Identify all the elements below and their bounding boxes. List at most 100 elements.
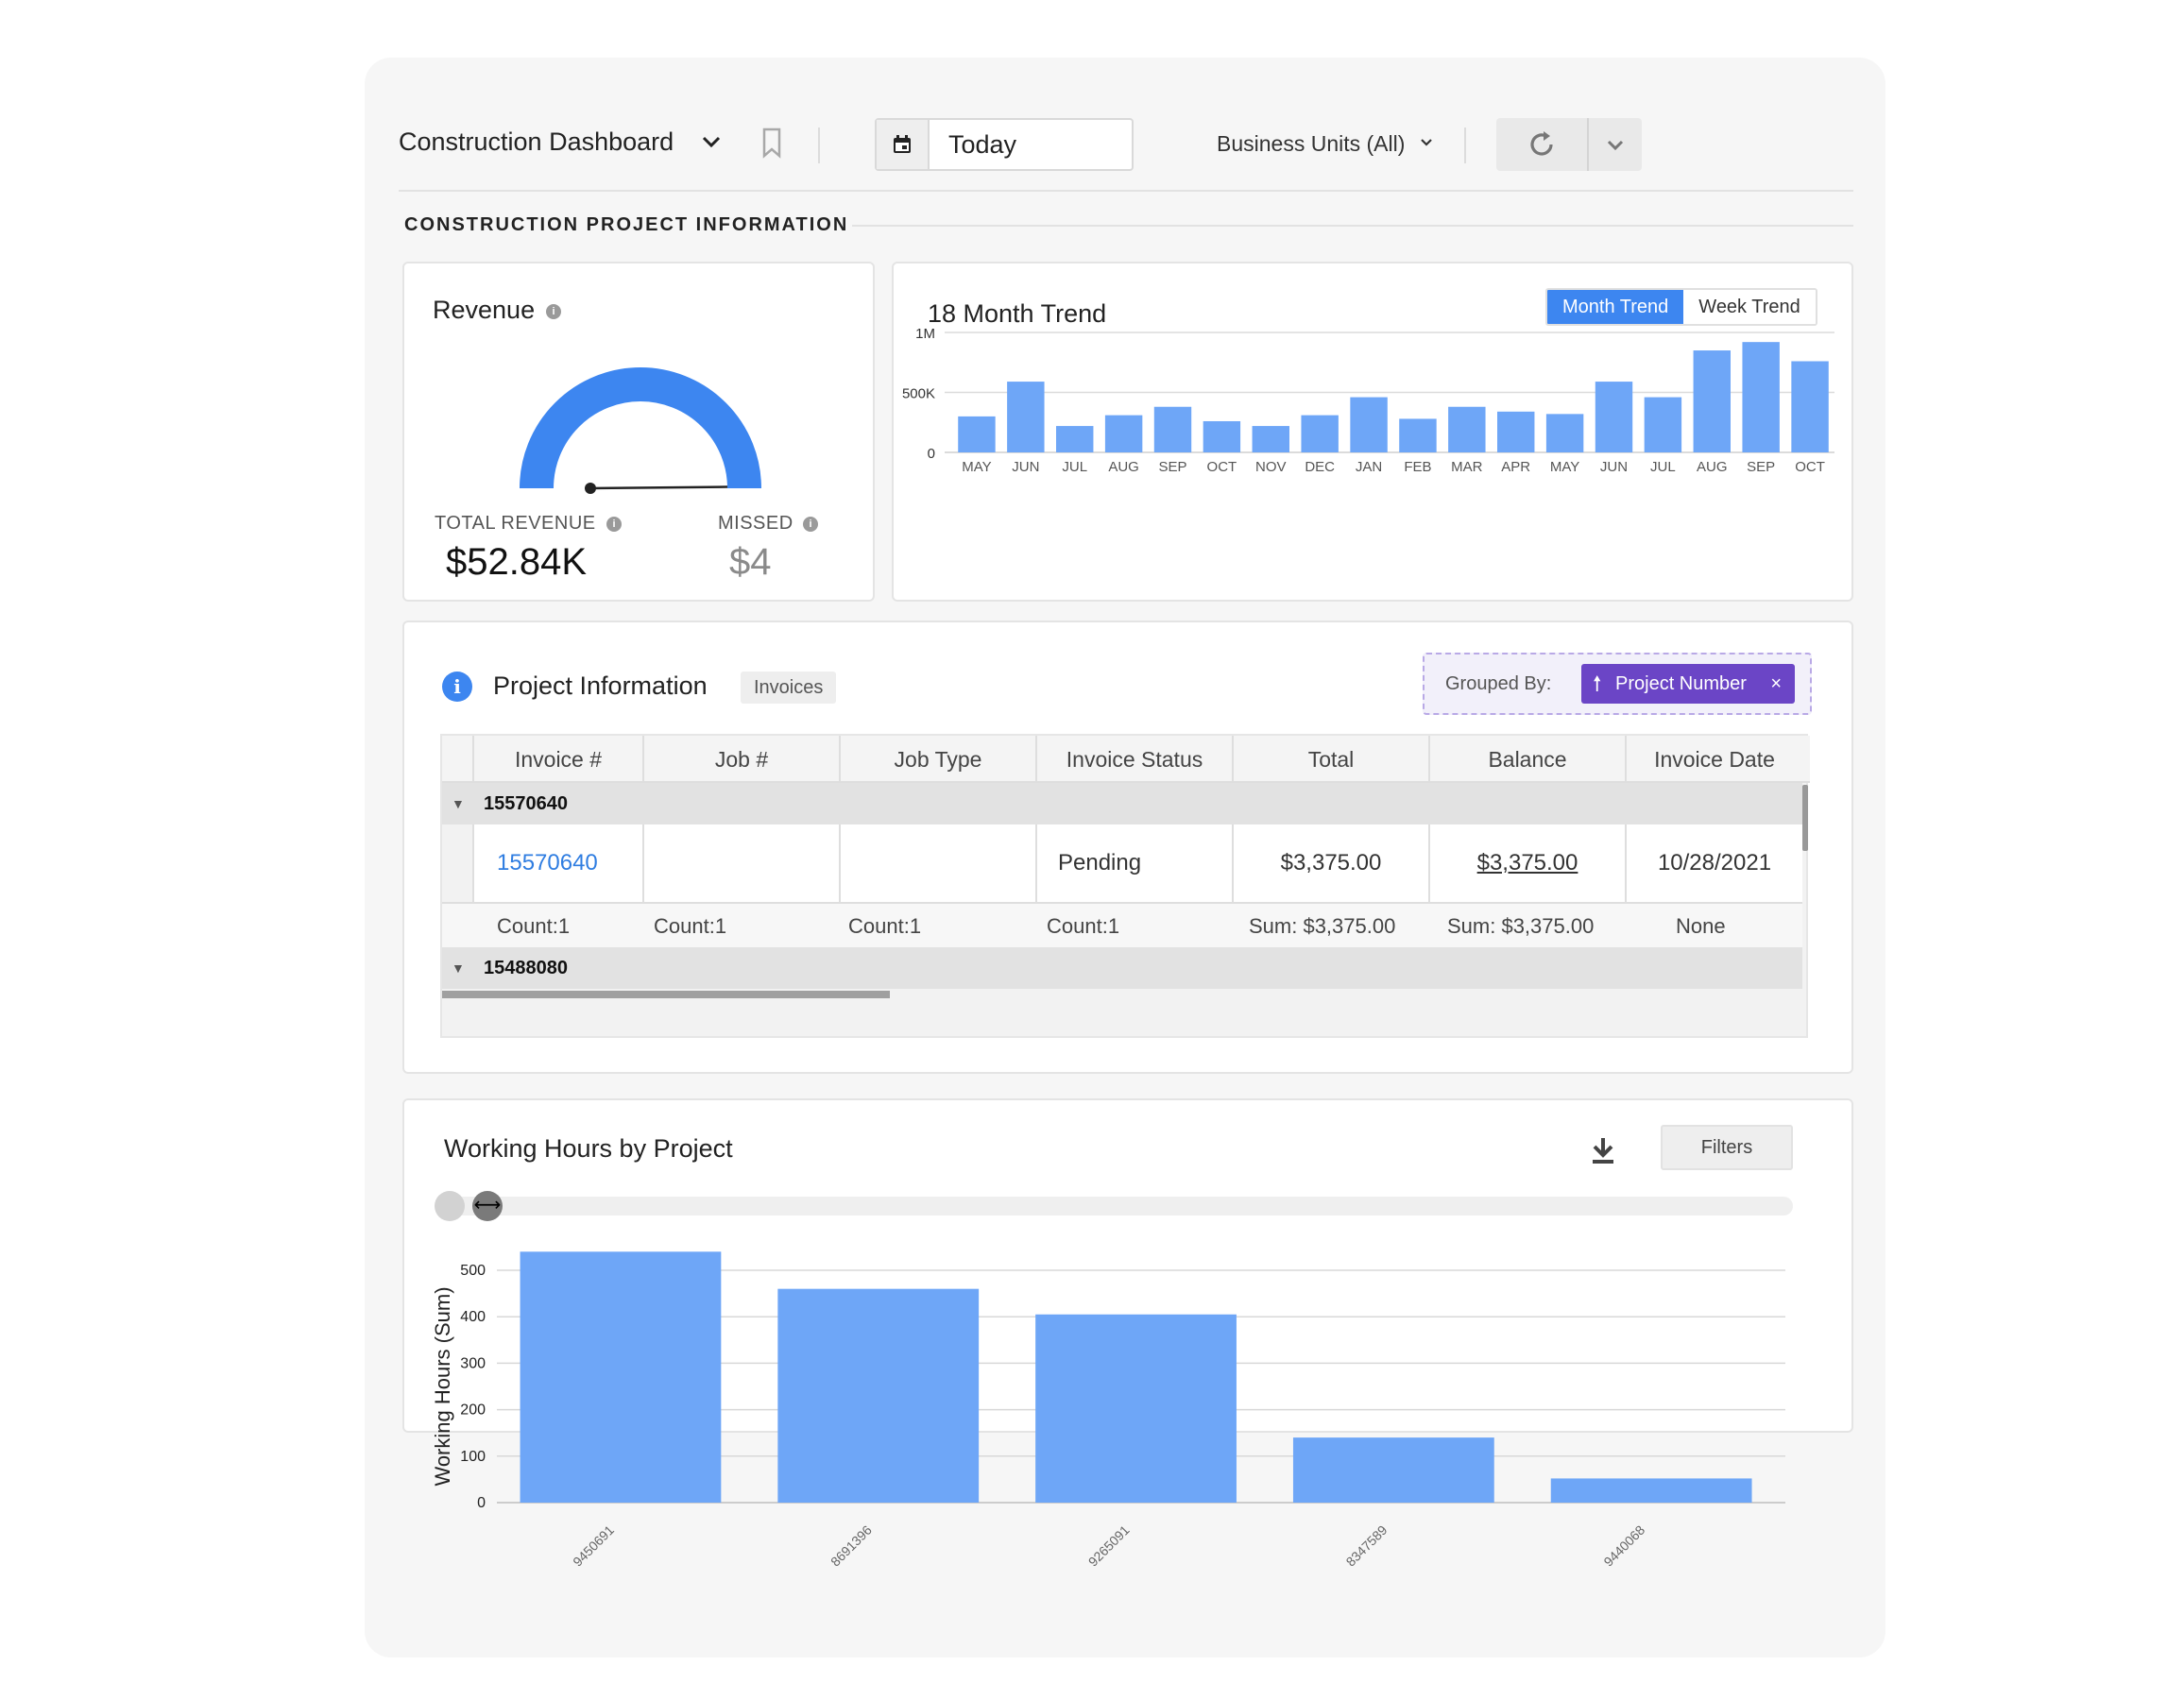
business-units-select[interactable]: Business Units (All): [1217, 131, 1405, 157]
group-row[interactable]: ▼ 15570640: [442, 783, 1802, 824]
x-tick-label: SEP: [1158, 459, 1186, 475]
date-picker[interactable]: Today: [875, 118, 1134, 171]
x-tick-label: APR: [1501, 459, 1530, 475]
info-icon[interactable]: [606, 517, 622, 532]
bookmark-icon[interactable]: [758, 126, 786, 160]
refresh-options-button[interactable]: [1589, 118, 1642, 171]
working-hours-bar: [1035, 1314, 1237, 1503]
trend-bar: [1693, 350, 1731, 452]
info-icon[interactable]: [546, 304, 561, 319]
project-info-title: Project Information: [493, 672, 708, 700]
revenue-title: Revenue: [433, 296, 536, 324]
column-header-invoice-status[interactable]: Invoice Status: [1037, 736, 1234, 783]
toolbar-divider-line: [399, 190, 1853, 192]
trend-bar: [1301, 415, 1339, 452]
summary-cell: Count:1: [1047, 914, 1120, 938]
x-tick-label: MAR: [1451, 459, 1483, 475]
refresh-icon: [1530, 131, 1553, 156]
horizontal-scrollbar[interactable]: [442, 991, 890, 998]
y-tick-label: 0: [477, 1495, 486, 1511]
cell-job-type: [841, 824, 1037, 902]
invoice-link[interactable]: 15570640: [474, 824, 644, 902]
total-revenue-label: TOTAL REVENUE: [435, 513, 596, 534]
grouped-by-label: Grouped By:: [1445, 673, 1552, 694]
summary-cell: Sum: $3,375.00: [1249, 914, 1396, 938]
trend-bar: [1252, 426, 1289, 452]
working-hours-bar: [777, 1288, 980, 1503]
calendar-icon[interactable]: [877, 120, 930, 169]
grouped-by-area[interactable]: Grouped By: 🠕 Project Number ×: [1423, 653, 1812, 715]
group-row[interactable]: ▼ 15488080: [442, 947, 1802, 989]
trend-bar: [958, 416, 996, 452]
toolbar-divider: [1464, 128, 1466, 163]
dashboard-title[interactable]: Construction Dashboard: [399, 128, 674, 157]
total-revenue-value: $52.84K: [446, 541, 588, 583]
table-row[interactable]: 15570640 Pending $3,375.00 $3,375.00 10/…: [442, 824, 1802, 904]
sort-ascending-icon[interactable]: 🠕: [1593, 664, 1601, 704]
x-tick-label: MAY: [962, 459, 991, 475]
x-tick-label: 9450691: [570, 1522, 617, 1570]
group-chip-label: Project Number: [1615, 673, 1747, 694]
grid-header-spacer: [442, 736, 474, 783]
missed-label: MISSED: [718, 513, 793, 534]
invoice-grid: Invoice # Job # Job Type Invoice Status …: [440, 734, 1810, 1038]
chevron-down-icon[interactable]: [1417, 133, 1436, 152]
x-tick-label: 8347589: [1343, 1522, 1391, 1570]
x-tick-label: JUL: [1062, 459, 1087, 475]
close-icon[interactable]: ×: [1770, 664, 1782, 704]
collapse-icon[interactable]: ▼: [452, 783, 465, 824]
info-icon[interactable]: [803, 517, 818, 532]
trend-bar: [1448, 406, 1486, 452]
working-hours-bar: [1550, 1478, 1752, 1503]
row-spacer: [442, 824, 474, 902]
x-tick-label: FEB: [1404, 459, 1431, 475]
cell-balance[interactable]: $3,375.00: [1430, 824, 1627, 902]
revenue-gauge: [520, 367, 761, 494]
dashboard-frame: Construction Dashboard Today Business Un…: [365, 58, 1885, 1658]
x-tick-label: JUL: [1650, 459, 1676, 475]
column-header-invoice[interactable]: Invoice #: [474, 736, 644, 783]
column-header-total[interactable]: Total: [1234, 736, 1430, 783]
toolbar-divider: [818, 128, 820, 163]
gauge-arc: [520, 367, 761, 489]
column-header-job-type[interactable]: Job Type: [841, 736, 1037, 783]
missed-value: $4: [729, 541, 772, 583]
x-tick-label: SEP: [1747, 459, 1775, 475]
invoices-tag: Invoices: [741, 672, 837, 704]
summary-cell: Sum: $3,375.00: [1447, 914, 1595, 938]
grid-header: Invoice # Job # Job Type Invoice Status …: [442, 736, 1810, 783]
x-tick-label: MAY: [1550, 459, 1579, 475]
date-value[interactable]: Today: [948, 130, 1016, 160]
x-tick-label: OCT: [1207, 459, 1237, 475]
y-tick-label: 1M: [915, 326, 935, 342]
trend-bar: [1595, 382, 1633, 452]
trend-bar: [1104, 415, 1143, 452]
y-axis-label: Working Hours (Sum): [431, 1286, 454, 1486]
gauge-needle-pivot: [585, 483, 596, 494]
collapse-icon[interactable]: ▼: [452, 947, 465, 989]
chevron-down-icon[interactable]: [699, 129, 724, 154]
group-chip-project-number[interactable]: 🠕 Project Number ×: [1581, 664, 1795, 704]
column-header-balance[interactable]: Balance: [1430, 736, 1627, 783]
trend-bar: [1056, 426, 1094, 452]
cell-job: [644, 824, 841, 902]
x-tick-label: AUG: [1108, 459, 1139, 475]
x-tick-label: OCT: [1795, 459, 1825, 475]
x-tick-label: JAN: [1356, 459, 1382, 475]
trend-bar: [1203, 420, 1241, 452]
trend-bar: [1153, 406, 1192, 452]
trend-bar: [1644, 397, 1682, 452]
summary-cell: Count:1: [497, 914, 571, 938]
refresh-button-group: [1496, 118, 1642, 171]
trend-bar: [1007, 382, 1045, 452]
refresh-button[interactable]: [1496, 118, 1587, 171]
trend-bar: [1791, 361, 1829, 452]
column-header-job[interactable]: Job #: [644, 736, 841, 783]
vertical-scrollbar[interactable]: [1802, 785, 1808, 851]
summary-cell: Count:1: [848, 914, 922, 938]
column-header-invoice-date[interactable]: Invoice Date: [1627, 736, 1802, 783]
group-label: 15488080: [484, 958, 568, 978]
trend-bar: [1350, 397, 1388, 452]
y-tick-label: 100: [460, 1449, 486, 1465]
working-hours-chart: 0 100 200 300 400 500 Working Hours (Sum) 94506…: [431, 1251, 1785, 1570]
